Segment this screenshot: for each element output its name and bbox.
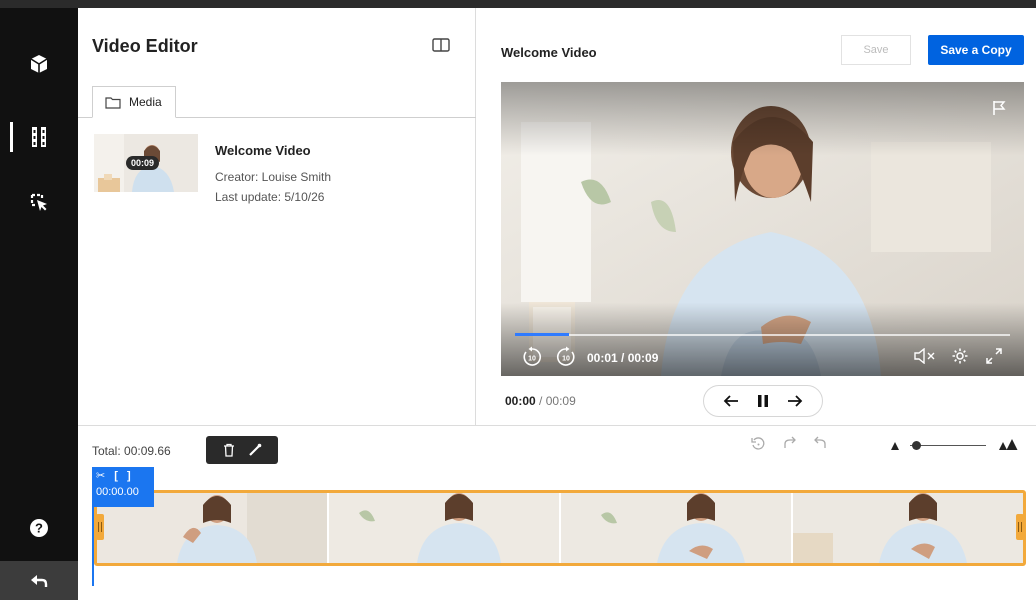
forward-10-button[interactable]: 10 bbox=[555, 346, 577, 368]
trim-icon[interactable] bbox=[248, 443, 262, 457]
tab-media-label: Media bbox=[129, 95, 162, 109]
timeline-frame bbox=[793, 493, 1023, 563]
current-time: 00:00 bbox=[505, 394, 536, 408]
progress-track[interactable] bbox=[515, 334, 1010, 336]
next-frame-icon[interactable] bbox=[787, 394, 803, 408]
zoom-out-icon[interactable] bbox=[890, 441, 900, 451]
total-time: 00:09 bbox=[545, 394, 576, 408]
sidebar-item-assets[interactable] bbox=[0, 42, 78, 86]
save-button[interactable]: Save bbox=[841, 35, 911, 65]
fullscreen-button[interactable] bbox=[985, 347, 1003, 365]
cube-icon bbox=[30, 55, 48, 73]
progress-fill bbox=[515, 333, 570, 336]
split-trim-icons[interactable]: ✂ [ ] bbox=[96, 469, 150, 482]
previous-frame-icon[interactable] bbox=[723, 394, 739, 408]
video-player[interactable]: 10 10 00:01 / 00:09 bbox=[501, 82, 1024, 376]
playhead-label[interactable]: ✂ [ ] 00:00.00 bbox=[92, 467, 154, 507]
media-item-updated: Last update: 5/10/26 bbox=[215, 190, 325, 204]
playhead-line[interactable] bbox=[92, 506, 94, 586]
undo-icon[interactable] bbox=[812, 436, 828, 452]
gear-icon bbox=[952, 348, 968, 364]
timeline-zoom-slider[interactable] bbox=[886, 438, 1026, 454]
folder-icon bbox=[105, 96, 121, 109]
rewind-10-icon: 10 bbox=[523, 346, 542, 366]
cursor-select-icon bbox=[30, 193, 47, 211]
media-item-title[interactable]: Welcome Video bbox=[215, 143, 311, 158]
panel-layout-icon[interactable] bbox=[432, 38, 450, 52]
film-strip-icon bbox=[32, 127, 46, 147]
top-bar bbox=[0, 0, 1036, 8]
player-time-display: 00:01 / 00:09 bbox=[587, 351, 659, 365]
svg-text:?: ? bbox=[35, 521, 43, 536]
flag-icon[interactable] bbox=[992, 100, 1006, 116]
help-icon: ? bbox=[30, 519, 48, 537]
save-copy-button[interactable]: Save a Copy bbox=[928, 35, 1024, 65]
trim-handle-right[interactable] bbox=[1016, 514, 1024, 540]
settings-button[interactable] bbox=[951, 347, 969, 365]
rewind-10-button[interactable]: 10 bbox=[521, 346, 543, 368]
media-thumbnail[interactable]: 00:09 bbox=[94, 134, 198, 192]
video-editor-app: ? Video Editor Media 00:09 Welcome Video… bbox=[0, 0, 1036, 600]
zoom-knob[interactable] bbox=[912, 441, 921, 450]
back-button[interactable] bbox=[0, 561, 78, 600]
media-item-creator: Creator: Louise Smith bbox=[215, 170, 332, 184]
timeline-frame bbox=[561, 493, 793, 563]
trash-icon[interactable] bbox=[222, 443, 236, 457]
back-arrow-icon bbox=[31, 575, 48, 587]
sidebar-item-select[interactable] bbox=[0, 180, 78, 224]
redo-icon[interactable] bbox=[782, 436, 798, 452]
reset-icon[interactable] bbox=[750, 436, 766, 452]
pause-icon[interactable] bbox=[757, 394, 769, 408]
thumbnail-duration-badge: 00:09 bbox=[126, 156, 160, 170]
forward-10-icon: 10 bbox=[556, 346, 575, 366]
preview-panel: Welcome Video Save Save a Copy 10 10 00:… bbox=[477, 8, 1036, 425]
zoom-in-icon[interactable] bbox=[998, 439, 1018, 451]
help-button[interactable]: ? bbox=[0, 506, 78, 550]
svg-text:10: 10 bbox=[562, 356, 570, 363]
video-title: Welcome Video bbox=[501, 45, 597, 60]
trim-handle-left[interactable] bbox=[96, 514, 104, 540]
time-separator: / bbox=[539, 394, 543, 408]
fullscreen-icon bbox=[986, 348, 1002, 364]
clip-toolbar bbox=[206, 436, 278, 464]
timeline-panel: Total: 00:09.66 ✂ [] 00:00.00 bbox=[78, 425, 1036, 600]
zoom-track[interactable] bbox=[910, 445, 986, 446]
sidebar-item-video-editor[interactable] bbox=[0, 115, 78, 159]
timeline-clip-track[interactable] bbox=[94, 490, 1026, 566]
media-panel: Video Editor Media 00:09 Welcome Video C… bbox=[78, 8, 476, 425]
frame-navigation bbox=[703, 385, 823, 417]
tab-media[interactable]: Media bbox=[92, 86, 176, 118]
playhead-time: 00:00.00 bbox=[96, 486, 139, 498]
sidebar: ? bbox=[0, 8, 78, 600]
total-duration-label: Total: 00:09.66 bbox=[92, 444, 171, 458]
muted-speaker-icon bbox=[914, 348, 935, 364]
mute-button[interactable] bbox=[913, 348, 937, 364]
current-time-display: 00:00 / 00:09 bbox=[505, 394, 576, 408]
video-frame-image bbox=[501, 82, 1024, 376]
timeline-frame bbox=[329, 493, 561, 563]
svg-text:10: 10 bbox=[528, 356, 536, 363]
page-title: Video Editor bbox=[92, 36, 198, 56]
